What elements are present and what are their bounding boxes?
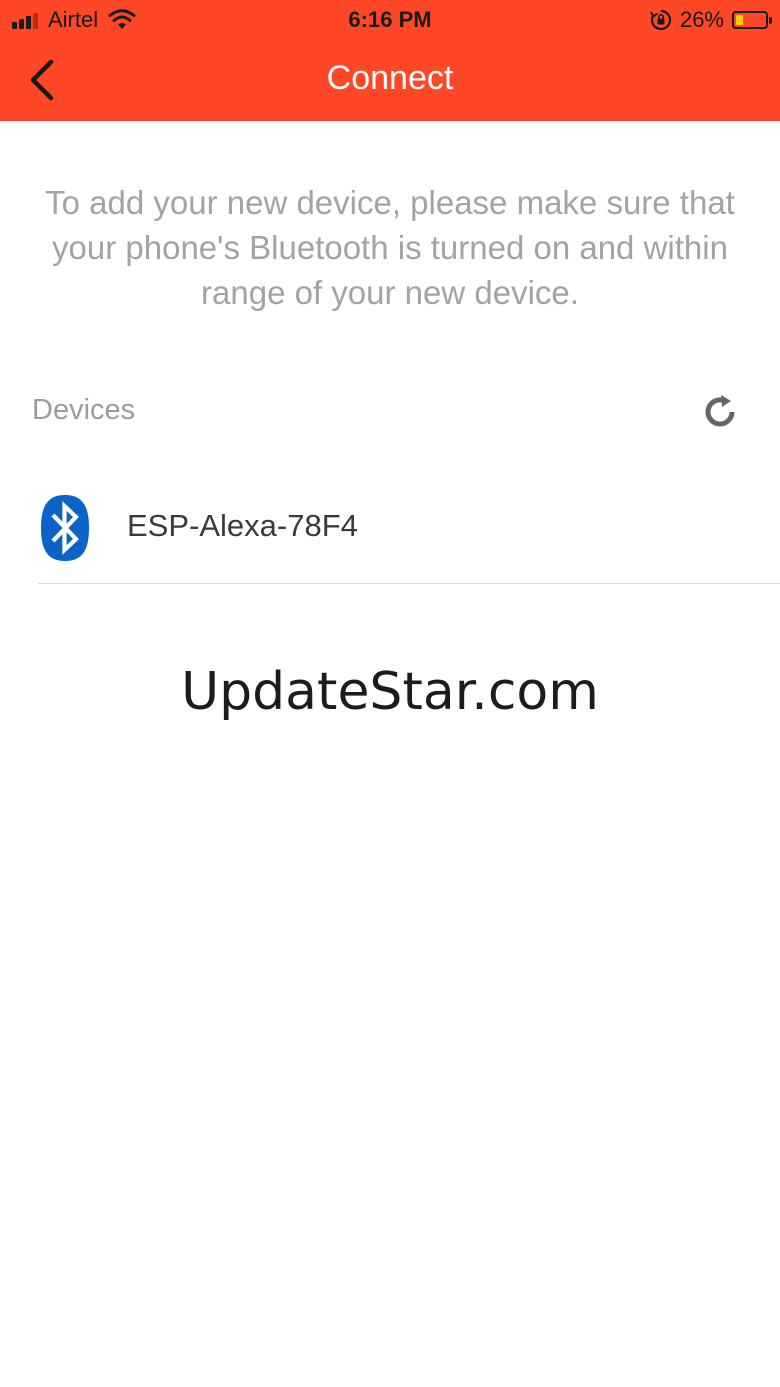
list-divider <box>38 583 780 584</box>
status-bar: Airtel 6:16 PM 26% <box>0 0 780 40</box>
bluetooth-icon <box>41 495 89 561</box>
battery-icon <box>732 11 772 29</box>
battery-level-fill <box>736 15 743 25</box>
devices-section-header: Devices <box>32 390 748 434</box>
bluetooth-instructions: To add your new device, please make sure… <box>45 184 735 311</box>
refresh-icon <box>705 395 735 427</box>
status-right: 26% <box>650 6 772 34</box>
device-list-item[interactable]: ESP-Alexa-78F4 <box>0 486 780 583</box>
device-name: ESP-Alexa-78F4 <box>127 508 358 543</box>
page-title: Connect <box>326 59 454 97</box>
refresh-button[interactable] <box>698 390 742 434</box>
watermark: UpdateStar.com <box>181 662 599 722</box>
rotation-lock-icon <box>650 9 672 31</box>
devices-label: Devices <box>32 394 136 426</box>
battery-percent: 26% <box>679 7 724 32</box>
navigation-bar: Connect <box>0 40 780 121</box>
